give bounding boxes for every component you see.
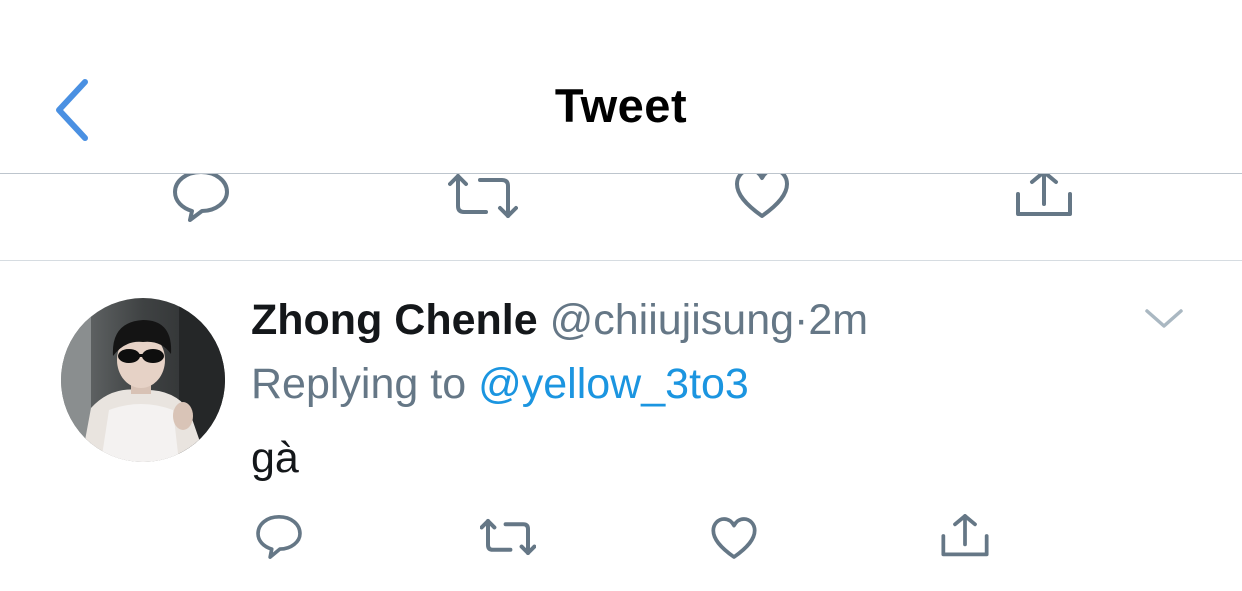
- parent-reply-button[interactable]: [170, 174, 232, 222]
- separator-dot: ·: [794, 296, 809, 344]
- retweet-icon: [480, 519, 536, 555]
- nav-header: Tweet: [0, 0, 1242, 174]
- share-icon: [1016, 174, 1072, 216]
- tweet-text: gà: [251, 434, 299, 482]
- timestamp: 2m: [808, 296, 869, 344]
- retweet-icon: [448, 174, 518, 218]
- avatar-photo: [61, 298, 225, 462]
- parent-share-button[interactable]: [1014, 174, 1074, 220]
- reply-icon: [173, 174, 229, 222]
- page-title: Tweet: [554, 79, 688, 132]
- retweet-button[interactable]: [480, 516, 536, 558]
- share-icon: [941, 514, 989, 557]
- tweet-author-line: Zhong Chenle @chiiujisung·2m: [251, 294, 868, 346]
- replying-to-mention[interactable]: @yellow_3to3: [478, 360, 749, 408]
- replying-to-line: Replying to @yellow_3to3: [251, 358, 749, 410]
- parent-like-button[interactable]: [733, 174, 791, 220]
- like-icon: [735, 174, 789, 218]
- replying-to-label: Replying to: [251, 360, 467, 408]
- user-handle[interactable]: @chiiujisung: [550, 296, 794, 344]
- chevron-down-icon: [1145, 309, 1183, 328]
- tweet-detail-screen: Tweet Zhong Chenle @chiiujisung·2m Reply…: [0, 0, 1242, 591]
- parent-tweet-actions: [0, 174, 1242, 261]
- share-button[interactable]: [940, 512, 990, 560]
- tweet-options-button[interactable]: [1143, 302, 1185, 336]
- like-button[interactable]: [710, 515, 758, 561]
- like-icon: [711, 517, 757, 559]
- parent-retweet-button[interactable]: [448, 174, 518, 220]
- avatar[interactable]: [61, 298, 225, 462]
- reply-button[interactable]: [254, 512, 304, 562]
- reply-icon: [256, 515, 302, 559]
- display-name[interactable]: Zhong Chenle: [251, 296, 538, 344]
